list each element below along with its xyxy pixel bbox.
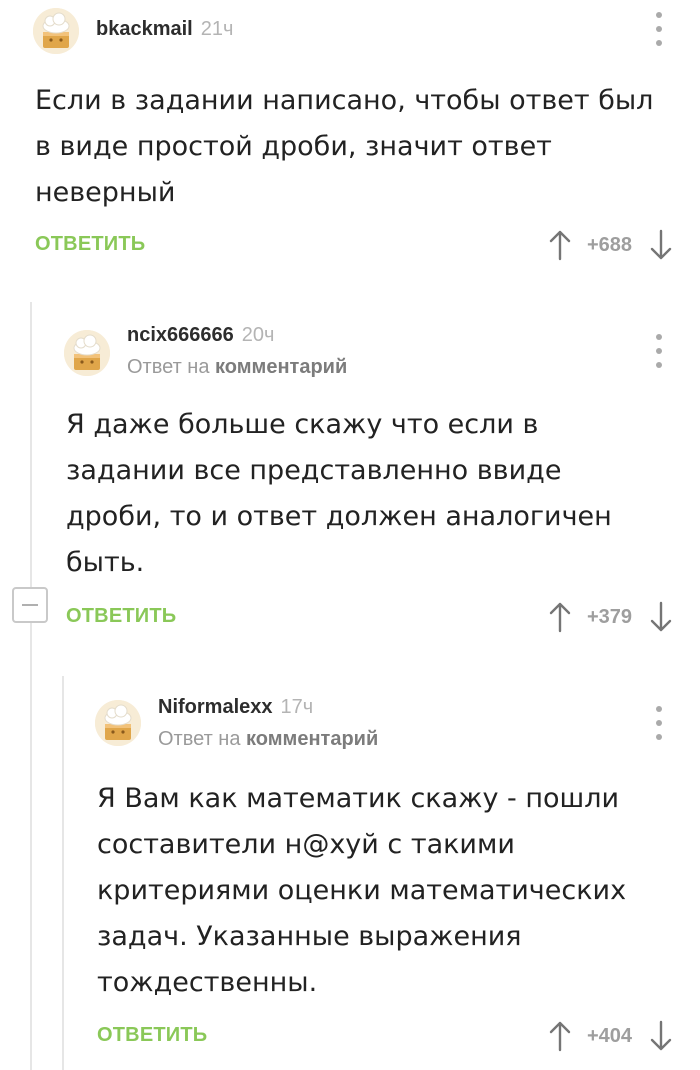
comment-author[interactable]: Niformalexx 17ч: [158, 696, 313, 719]
arrow-down-icon[interactable]: [650, 229, 672, 261]
reply-to-link[interactable]: комментарий: [246, 728, 378, 750]
comment-time: 17ч: [280, 696, 314, 718]
rating: +404: [586, 1024, 632, 1047]
reply-button[interactable]: ОТВЕТИТЬ: [97, 1024, 207, 1047]
rating: +688: [586, 233, 632, 256]
arrow-down-icon[interactable]: [650, 601, 672, 633]
reply-to-link[interactable]: комментарий: [215, 356, 347, 378]
more-vertical-icon[interactable]: [652, 706, 666, 740]
comment-2: ncix666666 20ч Ответ на комментарий Я даж…: [0, 300, 700, 645]
username[interactable]: ncix666666: [127, 324, 234, 346]
reply-to-prefix: Ответ на: [158, 728, 241, 750]
default-chef-avatar-icon: [64, 330, 110, 376]
vote-controls: +404: [549, 1018, 672, 1054]
comment-text: Я Вам как математик скажу - пошли состав…: [97, 783, 627, 998]
avatar[interactable]: [33, 8, 79, 54]
vote-controls: +379: [549, 599, 672, 635]
default-chef-avatar-icon: [33, 8, 79, 54]
username[interactable]: Niformalexx: [158, 696, 273, 718]
comment-text: Если в задании написано, чтобы ответ был…: [35, 85, 654, 208]
comment-time: 20ч: [241, 324, 275, 346]
reply-button[interactable]: ОТВЕТИТЬ: [35, 233, 145, 256]
arrow-down-icon[interactable]: [650, 1020, 672, 1052]
comment-time: 21ч: [200, 18, 234, 40]
comment-author[interactable]: bkackmail 21ч: [96, 18, 233, 41]
rating: +379: [586, 605, 632, 628]
arrow-up-icon[interactable]: [549, 1020, 571, 1052]
reply-to-note: Ответ на комментарий: [127, 356, 347, 379]
reply-to-note: Ответ на комментарий: [158, 728, 378, 751]
more-vertical-icon[interactable]: [652, 334, 666, 368]
arrow-up-icon[interactable]: [549, 229, 571, 261]
avatar[interactable]: [95, 700, 141, 746]
reply-to-prefix: Ответ на: [127, 356, 210, 378]
username[interactable]: bkackmail: [96, 18, 193, 40]
vote-controls: +688: [549, 227, 672, 263]
comment-text: Я даже больше скажу что если в задании в…: [66, 409, 612, 578]
comment-3: Niformalexx 17ч Ответ на комментарий Я Ва…: [0, 670, 700, 1070]
comment-author[interactable]: ncix666666 20ч: [127, 324, 274, 347]
more-vertical-icon[interactable]: [652, 12, 666, 46]
comment-1: bkackmail 21ч Если в задании написано, чт…: [0, 0, 700, 290]
arrow-up-icon[interactable]: [549, 601, 571, 633]
default-chef-avatar-icon: [95, 700, 141, 746]
avatar[interactable]: [64, 330, 110, 376]
reply-button[interactable]: ОТВЕТИТЬ: [66, 605, 176, 628]
